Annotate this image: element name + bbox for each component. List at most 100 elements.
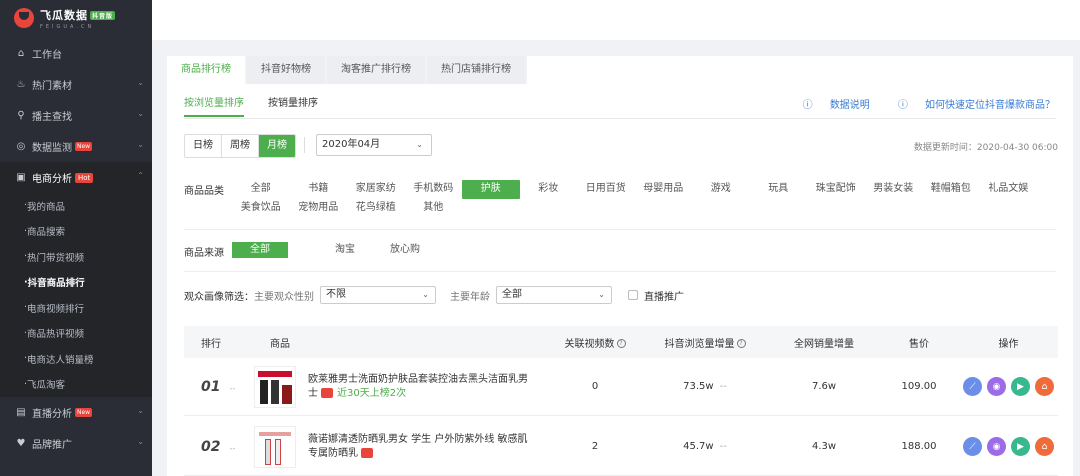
fire-icon: ♨ (16, 79, 26, 90)
data-explain-link[interactable]: ⓘ 数据说明 (789, 96, 870, 111)
brand-icon: ♥ (16, 438, 26, 449)
divider (184, 229, 1056, 230)
category-item[interactable]: 母婴用品 (635, 180, 693, 199)
trend-chart-icon[interactable]: ⟋ (963, 377, 982, 396)
category-item[interactable]: 日用百货 (577, 180, 635, 199)
sort-by-views[interactable]: 按浏览量排序 (184, 94, 244, 117)
shop-icon[interactable]: ⌂ (1035, 437, 1054, 456)
header-views[interactable]: 抖音浏览量增量? (641, 335, 769, 350)
update-time: 数据更新时间：2020-04-30 06:00 (913, 143, 1058, 153)
sidebar-sub-influencer-sales[interactable]: · 电商达人销量榜 (0, 346, 152, 372)
product-image[interactable] (254, 365, 296, 408)
table-row: 02 -- 薇诺娜清透防晒乳男女 学生 户外防紫外线 敏感肌专属防晒乳 2 45… (184, 418, 1058, 476)
sort-by-sales[interactable]: 按销量排序 (268, 94, 318, 117)
nav-item-ecommerce[interactable]: ▣ 电商分析 Hot ⌃ (0, 162, 152, 193)
header-rank: 排行 (201, 338, 221, 350)
tab-product-ranking[interactable]: 商品排行榜 (167, 56, 245, 84)
new-badge: New (75, 142, 93, 151)
sidebar-sub-hot-videos[interactable]: · 热门带货视频 (0, 244, 152, 270)
play-icon[interactable]: ▶ (1011, 437, 1030, 456)
period-day[interactable]: 日榜 (185, 135, 222, 157)
tab-good-products[interactable]: 抖音好物榜 (247, 56, 325, 84)
source-item[interactable]: 放心购 (377, 242, 433, 258)
price: 109.00 (901, 381, 937, 392)
category-item[interactable]: 全部 (232, 180, 290, 199)
chevron-down-icon: ⌄ (422, 290, 429, 299)
price: 188.00 (901, 441, 937, 452)
play-icon[interactable]: ▶ (1011, 377, 1030, 396)
nav-item-workbench[interactable]: ⌂ 工作台 (0, 38, 152, 69)
new-badge: New (75, 408, 93, 417)
how-to-link[interactable]: ⓘ 如何快速定位抖音爆款商品？ (884, 96, 1055, 111)
nav-label: 工作台 (32, 50, 62, 61)
nav-item-data-monitor[interactable]: ◎ 数据监测 New ⌄ (0, 131, 152, 162)
age-select[interactable]: 全部 ⌄ (496, 286, 612, 304)
video-count: 0 (591, 381, 599, 392)
sidebar-sub-review-videos[interactable]: · 商品热评视频 (0, 320, 152, 346)
header-sales[interactable]: 全网销量增量 (769, 335, 879, 350)
nav-label: 电商分析 (32, 174, 72, 185)
category-item[interactable]: 彩妆 (520, 180, 578, 199)
shop-icon[interactable]: ⌂ (1035, 377, 1054, 396)
category-item[interactable]: 家居家纺 (347, 180, 405, 199)
sidebar-sub-my-products[interactable]: · 我的商品 (0, 193, 152, 219)
live-promo-checkbox[interactable]: 直播推广 (628, 288, 684, 303)
sidebar-sub-video-ranking[interactable]: · 电商视频排行 (0, 295, 152, 321)
nav-item-find-streamer[interactable]: ⚲ 播主查找 ⌄ (0, 100, 152, 131)
category-item[interactable]: 书籍 (290, 180, 348, 199)
category-item[interactable]: 游戏 (692, 180, 750, 199)
category-item[interactable]: 手机数码 (405, 180, 463, 199)
tab-taoke-ranking[interactable]: 淘客推广排行榜 (327, 56, 425, 84)
nav-item-brand-promo[interactable]: ♥ 品牌推广 ⌄ (0, 428, 152, 459)
nav-item-hot-material[interactable]: ♨ 热门素材 ⌄ (0, 69, 152, 100)
sidebar-sub-feigua-taoke[interactable]: · 飞瓜淘客 (0, 371, 152, 397)
category-item[interactable]: 宠物用品 (290, 199, 348, 218)
chevron-down-icon: ⌄ (137, 406, 144, 415)
sidebar-sub-douyin-ranking[interactable]: · 抖音商品排行 (0, 269, 152, 295)
category-label: 商品品类 (184, 186, 224, 197)
brand-logo[interactable]: 飞瓜数据 抖音版 FEIGUA.CN (0, 0, 152, 36)
logo-icon (14, 8, 34, 28)
header-ops: 操作 (998, 338, 1019, 350)
category-item[interactable]: 男装女装 (865, 180, 923, 199)
gender-select[interactable]: 不限 ⌄ (320, 286, 436, 304)
header-price[interactable]: 售价 (879, 335, 959, 350)
rank-cell: 02 -- (184, 439, 254, 455)
category-item-selected[interactable]: 护肤 (462, 180, 520, 199)
trend-chart-icon[interactable]: ⟋ (963, 437, 982, 456)
source-list: 全部 淘宝 放心购 (232, 242, 433, 258)
product-name[interactable]: 欧莱雅男士洗面奶护肤品套装控油去黑头洁面乳男士 近30天上榜2次 (308, 373, 528, 401)
user-icon[interactable]: ◉ (987, 377, 1006, 396)
help-icon: ⓘ (897, 100, 911, 111)
product-name[interactable]: 薇诺娜清透防晒乳男女 学生 户外防紫外线 敏感肌专属防晒乳 (308, 433, 528, 461)
views-cell: 45.7w -- (683, 441, 727, 452)
nav-item-live-analysis[interactable]: ▤ 直播分析 New ⌄ (0, 397, 152, 428)
checkbox[interactable] (628, 290, 638, 300)
sidebar: 飞瓜数据 抖音版 FEIGUA.CN ⌂ 工作台 ♨ 热门素材 ⌄ ⚲ 播主查找 … (0, 0, 152, 476)
views-cell: 73.5w -- (683, 381, 727, 392)
monitor-icon: ◎ (16, 141, 26, 152)
nav-label: 品牌推广 (32, 440, 72, 451)
month-select[interactable]: 2020年04月 ⌄ (316, 134, 432, 156)
category-item[interactable]: 鞋帽箱包 (922, 180, 980, 199)
period-month[interactable]: 月榜 (259, 135, 295, 157)
category-item[interactable]: 玩具 (750, 180, 808, 199)
user-icon[interactable]: ◉ (987, 437, 1006, 456)
sidebar-sub-product-search[interactable]: · 商品搜索 (0, 218, 152, 244)
tab-shop-ranking[interactable]: 热门店铺排行榜 (427, 56, 525, 84)
hot-badge: Hot (75, 172, 94, 183)
source-item[interactable]: 淘宝 (317, 242, 373, 258)
header-videos[interactable]: 关联视频数? (549, 335, 641, 350)
rank-change: -- (229, 383, 236, 393)
help-links: ⓘ 数据说明 ⓘ 如何快速定位抖音爆款商品？ (775, 96, 1055, 111)
category-item[interactable]: 花鸟绿植 (347, 199, 405, 218)
divider (304, 137, 305, 153)
category-item[interactable]: 美食饮品 (232, 199, 290, 218)
period-week[interactable]: 周榜 (222, 135, 259, 157)
source-item-selected[interactable]: 全部 (232, 242, 288, 258)
category-item[interactable]: 其他 (405, 199, 463, 218)
category-item[interactable]: 礼品文娱 (980, 180, 1038, 199)
product-image[interactable] (254, 425, 296, 468)
chevron-up-icon: ⌃ (137, 171, 144, 180)
category-item[interactable]: 珠宝配饰 (807, 180, 865, 199)
